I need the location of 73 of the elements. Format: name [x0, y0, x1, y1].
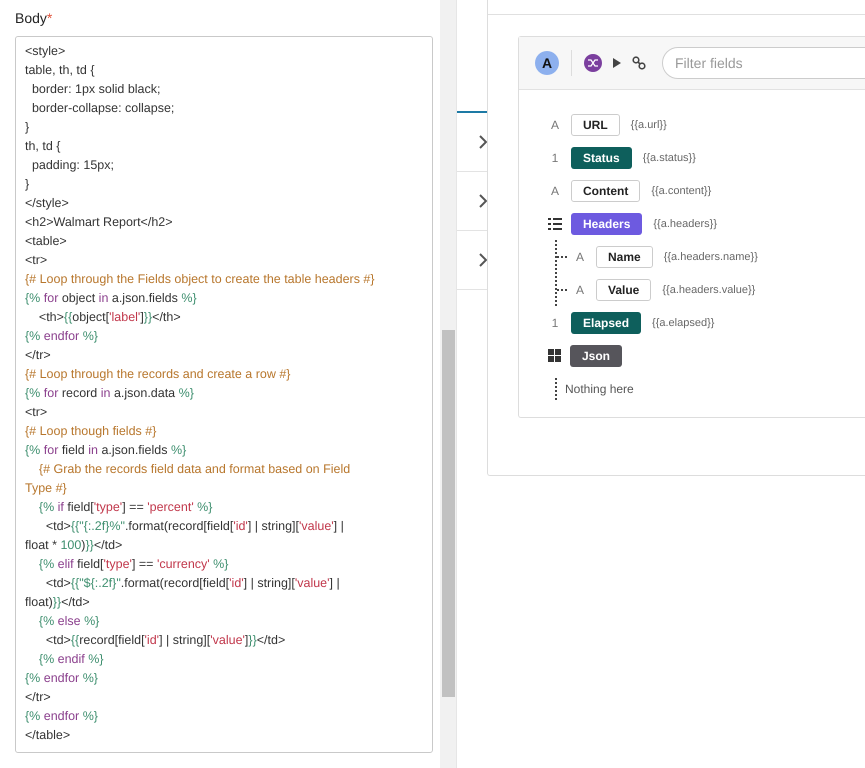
- code-line: float * 100)}}</td>: [25, 537, 124, 554]
- code-line: {# Grab the records field data and format based on Field: [38, 461, 352, 478]
- shuffle-icon[interactable]: [584, 54, 602, 72]
- field-label: Body*: [15, 9, 52, 27]
- grid-icon: [548, 349, 561, 362]
- code-line: padding: 15px;: [30, 157, 115, 174]
- chevron-icon[interactable]: [479, 194, 487, 208]
- code-line: {% else %}: [38, 613, 100, 630]
- list-icon: [548, 218, 562, 230]
- code-line: <tr>: [25, 252, 48, 269]
- code-line: border: 1px solid black;: [30, 81, 162, 98]
- code-line: {% endif %}: [38, 651, 105, 668]
- field-token: {{a.headers.name}}: [664, 250, 758, 262]
- code-line: {% if field['type'] == 'percent' %}: [38, 499, 214, 516]
- code-line: </style>: [25, 195, 70, 212]
- field-pill[interactable]: URL: [571, 114, 620, 136]
- code-line: float)}}</td>: [25, 594, 91, 611]
- code-line: <td>{{"{:.2f}%".format(record[field['id'] | string]['value'] |: [44, 518, 345, 535]
- type-mark: 1: [550, 316, 560, 330]
- code-line: </tr>: [25, 689, 52, 706]
- step-badge[interactable]: A: [535, 51, 559, 75]
- field-token: {{a.content}}: [651, 184, 712, 196]
- code-line: <th>{{object['label']}}</th>: [38, 309, 182, 326]
- code-line: {% for field in a.json.fields %}: [25, 442, 188, 459]
- required-mark: *: [46, 10, 52, 26]
- field-pill[interactable]: Json: [570, 344, 622, 366]
- field-token: {{a.headers.value}}: [662, 284, 756, 296]
- field-pill[interactable]: Headers: [571, 212, 642, 234]
- field-pill[interactable]: Status: [571, 146, 632, 168]
- code-line: border-collapse: collapse;: [30, 100, 176, 117]
- code-line: {% endfor %}: [25, 328, 99, 345]
- type-mark: A: [550, 184, 560, 198]
- code-line: <h2>Walmart Report</h2>: [25, 214, 174, 231]
- code-line: <td>{{"${:.2f}".format(record[field['id'] | string]['value'] |: [44, 575, 341, 592]
- type-mark: 1: [550, 150, 560, 164]
- type-mark: A: [574, 282, 585, 296]
- chevron-icon[interactable]: [479, 135, 487, 149]
- field-pill[interactable]: Content: [571, 180, 640, 202]
- type-mark: A: [550, 118, 560, 132]
- code-line: table, th, td {: [25, 62, 96, 79]
- code-line: <table>: [25, 233, 68, 250]
- scrollbar-thumb[interactable]: [442, 330, 455, 697]
- code-line: {# Loop through the Fields object to create the table headers #}: [25, 271, 376, 288]
- field-token: {{a.elapsed}}: [652, 316, 714, 328]
- field-pill[interactable]: Value: [596, 278, 652, 300]
- link-icon[interactable]: [632, 56, 646, 70]
- code-line: }: [25, 119, 30, 136]
- field-token: {{a.status}}: [642, 152, 696, 164]
- code-line: </tr>: [25, 347, 52, 364]
- type-mark: A: [574, 250, 585, 264]
- code-line: </table>: [25, 727, 72, 744]
- code-line: <style>: [25, 43, 66, 60]
- code-line: <tr>: [25, 404, 48, 421]
- code-line: Type #}: [25, 480, 68, 497]
- code-line: {% endfor %}: [25, 670, 99, 687]
- code-line: {% elif field['type'] == 'currency' %}: [38, 556, 230, 573]
- chevron-icon[interactable]: [479, 253, 487, 267]
- field-pill[interactable]: Elapsed: [571, 312, 642, 334]
- play-icon[interactable]: [612, 57, 622, 69]
- code-line: {% for record in a.json.data %}: [25, 385, 195, 402]
- field-pill[interactable]: Name: [596, 246, 653, 268]
- field-token: {{a.url}}: [630, 118, 667, 130]
- code-line: th, td {: [25, 138, 62, 155]
- code-line: {% endfor %}: [25, 708, 99, 725]
- code-line: {% for object in a.json.fields %}: [25, 290, 198, 307]
- field-token: {{a.headers}}: [653, 218, 717, 230]
- code-line: }: [25, 176, 30, 193]
- code-line: <td>{{record[field['id'] | string]['value']}}</td>: [44, 632, 286, 649]
- code-editor[interactable]: [15, 36, 433, 753]
- code-line: {# Loop through the records and create a row #}: [25, 366, 292, 383]
- code-line: {# Loop though fields #}: [25, 423, 158, 440]
- empty-message: Nothing here: [565, 382, 634, 396]
- filter-field[interactable]: Filter fields: [662, 47, 865, 79]
